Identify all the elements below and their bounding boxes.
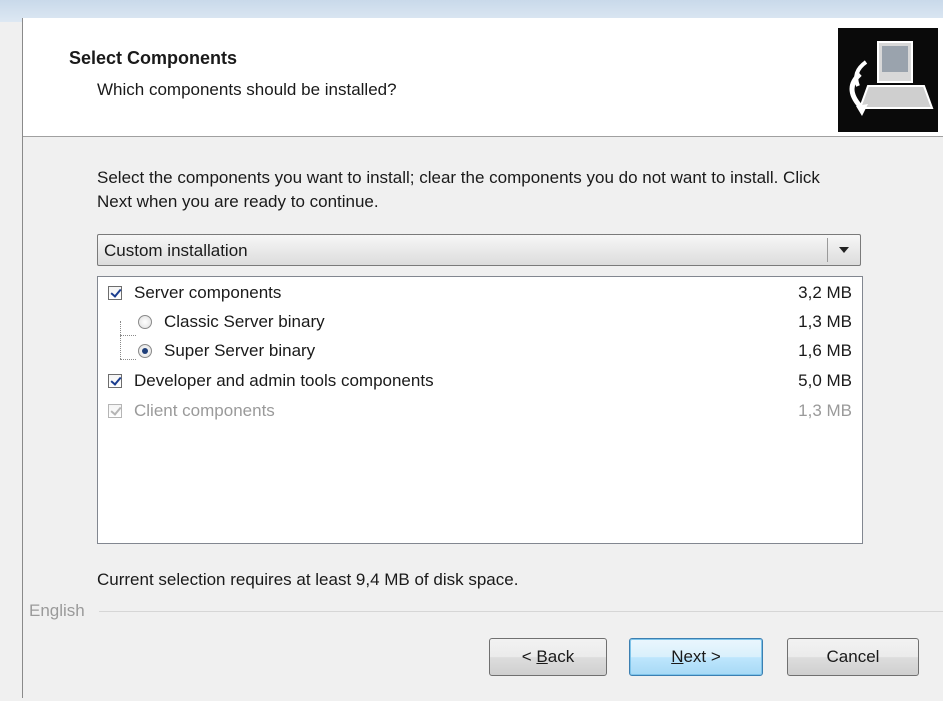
language-label: English (29, 601, 85, 620)
component-row-client: Client components 1,3 MB (98, 397, 860, 425)
divider (99, 611, 943, 612)
wizard-header: Select Components Which components shoul… (23, 18, 943, 137)
install-type-dropdown[interactable]: Custom installation (97, 234, 861, 266)
client-components-checkbox (108, 404, 122, 418)
component-label: Client components (134, 401, 275, 420)
back-button-mnemonic: B (536, 647, 548, 666)
disk-space-requirement: Current selection requires at least 9,4 … (97, 570, 519, 589)
instructions-text: Select the components you want to instal… (97, 168, 820, 211)
back-button-prefix: < (521, 647, 537, 666)
cancel-button[interactable]: Cancel (787, 638, 919, 676)
chevron-down-icon[interactable] (828, 235, 860, 265)
component-label: Super Server binary (164, 341, 316, 360)
component-size: 3,2 MB (798, 283, 852, 302)
back-button[interactable]: < Back (489, 638, 607, 676)
component-label: Classic Server binary (164, 312, 325, 331)
component-row-server[interactable]: Server components 3,2 MB (98, 279, 860, 307)
component-label: Developer and admin tools components (134, 371, 434, 390)
component-row-developer-tools[interactable]: Developer and admin tools components 5,0… (98, 367, 860, 395)
next-button-label: ext > (683, 647, 721, 666)
install-type-value: Custom installation (104, 241, 248, 260)
next-button[interactable]: Next > (629, 638, 763, 676)
component-size: 1,6 MB (798, 341, 852, 360)
component-label: Server components (134, 283, 282, 302)
page-title: Select Components (69, 48, 238, 68)
component-row-classic-server[interactable]: Classic Server binary 1,3 MB (98, 308, 860, 336)
installer-computer-icon (838, 28, 938, 132)
server-components-checkbox[interactable] (108, 286, 122, 300)
developer-tools-checkbox[interactable] (108, 374, 122, 388)
page-subtitle: Which components should be installed? (97, 80, 397, 99)
classic-server-radio[interactable] (138, 315, 152, 329)
component-size: 1,3 MB (798, 312, 852, 331)
super-server-radio[interactable] (138, 344, 152, 358)
component-size: 5,0 MB (798, 371, 852, 390)
component-row-super-server[interactable]: Super Server binary 1,6 MB (98, 337, 860, 365)
component-size: 1,3 MB (798, 401, 852, 420)
components-list: Server components 3,2 MB Classic Server … (97, 276, 863, 544)
next-button-mnemonic: N (671, 647, 684, 666)
setup-wizard-window: Select Components Which components shoul… (22, 18, 943, 698)
back-button-label: ack (547, 647, 575, 666)
